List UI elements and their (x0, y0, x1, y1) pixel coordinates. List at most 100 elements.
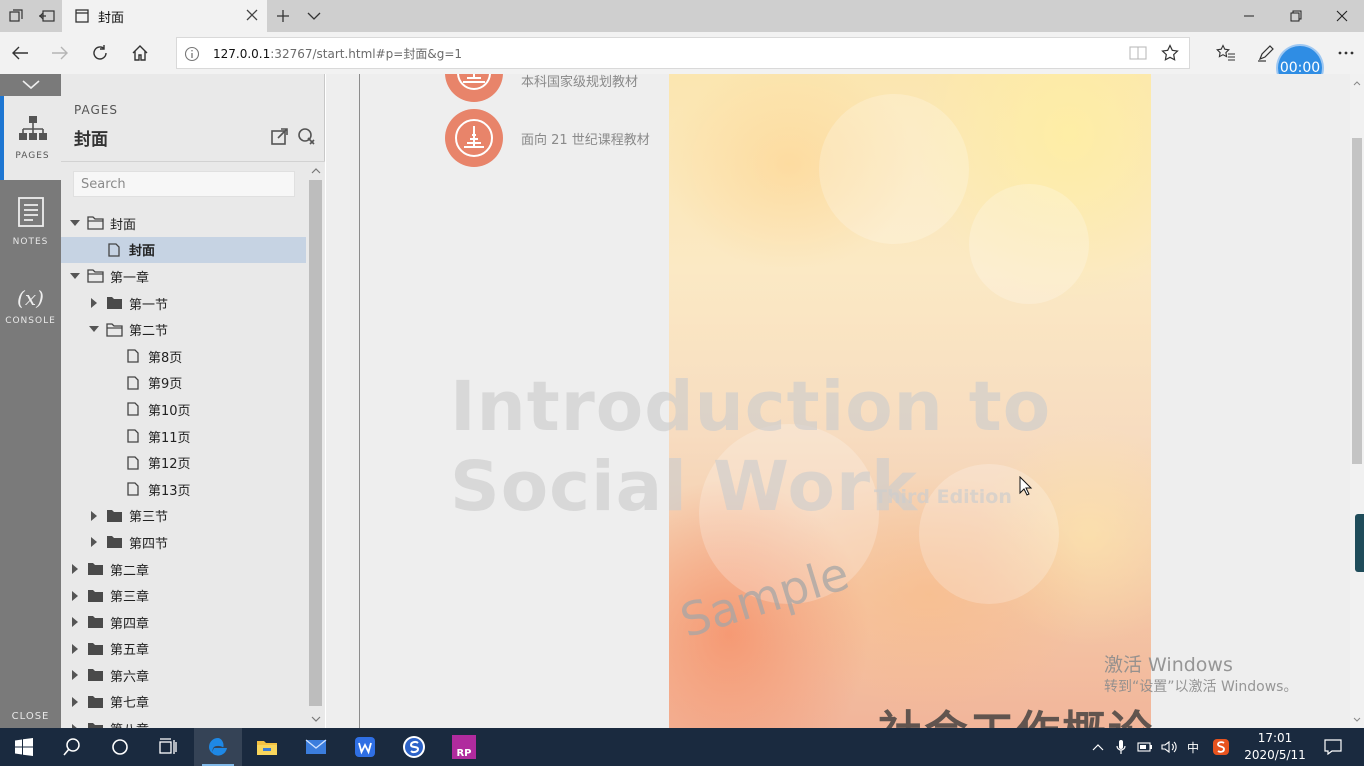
favorites-hub-icon[interactable] (1214, 41, 1238, 65)
microphone-icon[interactable] (1111, 737, 1131, 757)
reading-view-icon[interactable] (1129, 45, 1147, 65)
tree-item[interactable]: 第三节 (61, 503, 307, 530)
search-input[interactable] (73, 171, 295, 197)
tree-item[interactable]: 封面 (61, 210, 307, 237)
forward-button[interactable] (48, 41, 72, 65)
emblem-2-icon (445, 109, 503, 167)
close-window-button[interactable] (1319, 0, 1364, 32)
tree-item-label: 第13页 (148, 483, 191, 499)
back-button[interactable] (8, 41, 32, 65)
tab-actions-icon[interactable] (6, 6, 26, 26)
scroll-thumb[interactable] (309, 180, 322, 706)
sogou-browser-icon[interactable] (390, 728, 438, 766)
cortana-icon[interactable] (96, 728, 144, 766)
info-icon[interactable] (184, 46, 200, 66)
scroll-up-arrow-icon[interactable] (309, 164, 322, 178)
page-viewer[interactable]: 本科国家级规划教材 面向 21 世纪课程教材 Introduction to S… (326, 74, 1350, 728)
tree-item[interactable]: 封面 (61, 236, 307, 264)
close-sidebar-button[interactable]: CLOSE (0, 704, 61, 728)
home-button[interactable] (128, 41, 152, 65)
caret-right-icon[interactable] (68, 695, 82, 709)
tree-item[interactable]: 第八章 (61, 715, 307, 728)
tree-item-label: 第四节 (129, 536, 169, 552)
tree-item[interactable]: 第8页 (61, 343, 307, 370)
page-scrollbar[interactable] (1350, 74, 1364, 728)
caret-right-icon[interactable] (87, 296, 101, 310)
tree-item[interactable]: 第六章 (61, 662, 307, 689)
start-button[interactable] (0, 728, 48, 766)
search-icon[interactable] (48, 728, 96, 766)
tree-item-label: 第五章 (110, 643, 150, 659)
caret-right-icon[interactable] (68, 642, 82, 656)
scroll-down-arrow-icon[interactable] (309, 712, 322, 726)
address-bar: 127.0.0.1:32767/start.html#p=封面&g=1 (0, 32, 1364, 74)
page-scroll-thumb[interactable] (1352, 138, 1362, 464)
notification-center-icon[interactable] (1323, 737, 1343, 757)
tab-cover[interactable]: 封面 (62, 0, 267, 32)
panel-scrollbar[interactable] (306, 162, 325, 728)
tree-item[interactable]: 第11页 (61, 423, 307, 450)
caret-right-icon[interactable] (68, 668, 82, 682)
mail-icon[interactable] (292, 728, 340, 766)
volume-icon[interactable] (1159, 737, 1179, 757)
folder-icon (86, 614, 104, 630)
rail-tab-console[interactable]: (x) CONSOLE (0, 264, 61, 348)
sogou-ime-icon[interactable] (1211, 737, 1231, 757)
caret-right-icon[interactable] (68, 615, 82, 629)
task-view-icon[interactable] (144, 728, 192, 766)
show-hidden-icons-icon[interactable] (1088, 737, 1108, 757)
caret-down-icon[interactable] (68, 216, 82, 230)
tree-item[interactable]: 第9页 (61, 370, 307, 397)
tree-item[interactable]: 第三章 (61, 582, 307, 609)
tree-item[interactable]: 第四节 (61, 529, 307, 556)
axure-rp-icon[interactable]: RP (440, 728, 488, 766)
caret-down-icon[interactable] (68, 269, 82, 283)
side-panel-handle[interactable] (1355, 514, 1364, 572)
close-tab-icon[interactable] (245, 8, 259, 26)
tree-item[interactable]: 第二节 (61, 316, 307, 343)
caret-right-icon[interactable] (87, 509, 101, 523)
map-pin-icon[interactable] (296, 126, 316, 146)
badge-text-1: 本科国家级规划教材 (521, 75, 639, 90)
tree-item[interactable]: 第四章 (61, 609, 307, 636)
refresh-button[interactable] (88, 41, 112, 65)
edge-browser-icon[interactable] (194, 728, 242, 766)
set-tabs-aside-icon[interactable] (37, 6, 57, 26)
tree-item[interactable]: 第12页 (61, 449, 307, 476)
tree-item[interactable]: 第一章 (61, 263, 307, 290)
url-field[interactable]: 127.0.0.1:32767/start.html#p=封面&g=1 (176, 37, 1190, 69)
open-in-new-window-icon[interactable] (269, 126, 289, 146)
page-scroll-down-icon[interactable] (1352, 714, 1362, 724)
new-tab-icon[interactable] (273, 6, 293, 26)
collapse-chevron-icon[interactable] (0, 74, 61, 96)
favorite-star-icon[interactable] (1161, 44, 1179, 66)
tree-item-label: 第七章 (110, 696, 150, 712)
minimize-button[interactable] (1226, 0, 1272, 32)
file-explorer-icon[interactable] (243, 728, 291, 766)
wps-writer-icon[interactable] (341, 728, 389, 766)
tree-item[interactable]: 第五章 (61, 636, 307, 663)
pen-notes-icon[interactable] (1254, 41, 1278, 65)
notes-icon (17, 197, 44, 231)
caret-down-icon[interactable] (87, 323, 101, 337)
more-options-icon[interactable] (1334, 41, 1358, 65)
rail-tab-pages[interactable]: PAGES (0, 96, 61, 180)
tree-item[interactable]: 第13页 (61, 476, 307, 503)
battery-icon[interactable] (1135, 737, 1155, 757)
system-clock[interactable]: 17:01 2020/5/11 (1242, 730, 1308, 764)
chevron-down-icon[interactable] (304, 6, 324, 26)
tree-item[interactable]: 第10页 (61, 396, 307, 423)
rail-tab-notes[interactable]: NOTES (0, 180, 61, 264)
page-icon (74, 8, 90, 28)
variable-icon: (x) (17, 286, 44, 310)
caret-right-icon[interactable] (68, 562, 82, 576)
restore-button[interactable] (1273, 0, 1319, 32)
caret-right-icon[interactable] (87, 535, 101, 549)
tree-item[interactable]: 第七章 (61, 689, 307, 716)
tree-item[interactable]: 第二章 (61, 556, 307, 583)
tree-item[interactable]: 第一节 (61, 290, 307, 317)
caret-right-icon[interactable] (68, 589, 82, 603)
page-scroll-up-icon[interactable] (1352, 78, 1362, 88)
ime-indicator[interactable]: 中 (1183, 737, 1203, 757)
